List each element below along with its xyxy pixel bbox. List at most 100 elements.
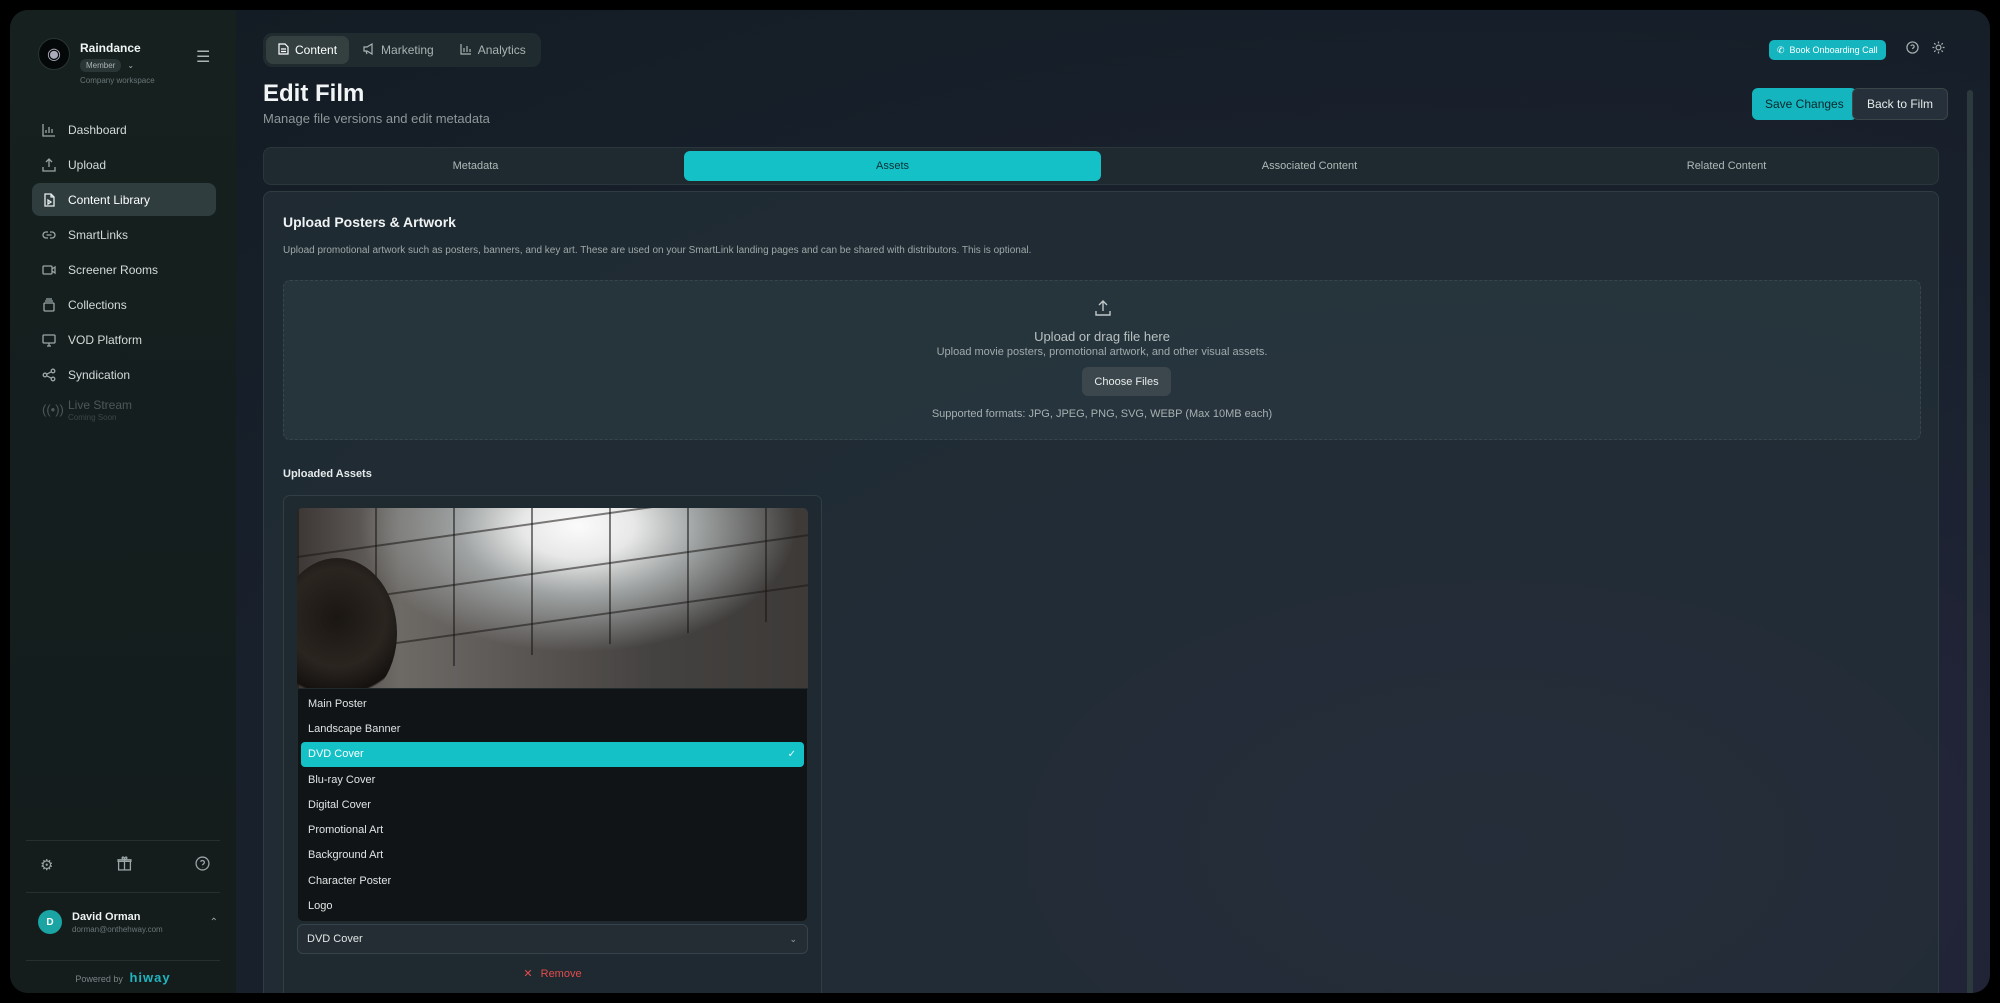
sidebar-item-screener-rooms[interactable]: Screener Rooms (32, 253, 216, 286)
monitor-icon (42, 333, 56, 347)
file-dropzone[interactable]: Upload or drag file here Upload movie po… (283, 280, 1921, 440)
chevron-up-icon[interactable]: ⌃ (210, 917, 218, 928)
sidebar-item-label: Collections (68, 297, 127, 312)
menu-icon[interactable]: ☰ (196, 47, 210, 67)
powered-label: Powered by (75, 974, 123, 984)
remove-label: Remove (540, 967, 582, 980)
user-name: David Orman (72, 910, 141, 923)
app-window: ◉ Raindance Member ⌄ Company workspace ☰ … (10, 10, 1990, 993)
option-digital-cover[interactable]: Digital Cover (301, 792, 804, 817)
help-icon[interactable] (195, 856, 210, 875)
sidebar-item-content-library[interactable]: Content Library (32, 183, 216, 216)
asset-thumbnail (297, 508, 808, 688)
option-character-poster[interactable]: Character Poster (301, 868, 804, 893)
upload-icon (42, 157, 56, 172)
link-icon (42, 228, 56, 242)
check-icon: ✓ (787, 748, 796, 760)
sidebar-item-label: Content Library (68, 192, 151, 207)
sidebar-item-label: Dashboard (68, 122, 127, 137)
book-label: Book Onboarding Call (1789, 45, 1878, 55)
tab-label: Content (295, 43, 338, 57)
user-menu[interactable]: D David Orman dorman@onthehway.com ⌃ (38, 910, 218, 934)
sidebar-item-dashboard[interactable]: Dashboard (32, 113, 216, 146)
help-icon[interactable] (1906, 41, 1919, 57)
tab-metadata[interactable]: Metadata (267, 151, 684, 181)
uploaded-assets-title: Uploaded Assets (283, 468, 372, 480)
sidebar-item-upload[interactable]: Upload (32, 148, 216, 181)
page-subtitle: Manage file versions and edit metadata (263, 111, 490, 126)
chevron-down-icon: ⌄ (789, 933, 797, 944)
edit-film-tabs: Metadata Assets Associated Content Relat… (263, 147, 1939, 185)
scrollbar[interactable] (1967, 90, 1973, 993)
sidebar-item-collections[interactable]: Collections (32, 288, 216, 321)
powered-brand[interactable]: hiway (129, 970, 170, 985)
tab-related-content[interactable]: Related Content (1518, 151, 1935, 181)
powered-by: Powered by hiway (10, 970, 236, 985)
option-bluray-cover[interactable]: Blu-ray Cover (301, 767, 804, 792)
sidebar: ◉ Raindance Member ⌄ Company workspace ☰ … (10, 10, 236, 993)
option-main-poster[interactable]: Main Poster (301, 691, 804, 716)
broadcast-icon: ((•)) (42, 401, 64, 417)
remove-button[interactable]: ✕ Remove (284, 967, 821, 981)
sidebar-utility-icons: ⚙ (40, 856, 210, 875)
tab-assets[interactable]: Assets (684, 151, 1101, 181)
avatar: D (38, 910, 62, 934)
choose-files-button[interactable]: Choose Files (1082, 367, 1171, 396)
back-to-film-button[interactable]: Back to Film (1852, 88, 1949, 120)
sidebar-item-label: Upload (68, 157, 107, 172)
option-label: DVD Cover (308, 748, 364, 761)
tab-content[interactable]: Content (266, 36, 350, 64)
sidebar-item-vod-platform[interactable]: VOD Platform (32, 323, 216, 356)
bar-chart-icon (460, 43, 472, 58)
role-badge: Member (80, 59, 122, 72)
sidebar-nav: Dashboard Upload Content Library SmartLi… (32, 113, 216, 428)
gift-icon[interactable] (117, 856, 132, 875)
dropzone-title: Upload or drag file here (1034, 329, 1170, 344)
option-promotional-art[interactable]: Promotional Art (301, 817, 804, 842)
asset-card: Main Poster Landscape Banner DVD Cover ✓… (283, 495, 822, 993)
tab-associated-content[interactable]: Associated Content (1101, 151, 1518, 181)
option-logo[interactable]: Logo (301, 893, 804, 918)
brand-logo: ◉ (38, 38, 70, 70)
asset-type-dropdown: Main Poster Landscape Banner DVD Cover ✓… (297, 688, 808, 922)
section-title: Upload Posters & Artwork (283, 214, 456, 230)
sidebar-item-live-stream: ((•)) Live Stream Coming Soon (32, 393, 216, 426)
option-dvd-cover[interactable]: DVD Cover ✓ (301, 741, 804, 767)
sidebar-item-label: Live Stream (68, 397, 133, 412)
tab-marketing[interactable]: Marketing (351, 36, 446, 64)
option-landscape-banner[interactable]: Landscape Banner (301, 716, 804, 741)
close-icon: ✕ (523, 968, 533, 980)
file-icon (42, 192, 56, 207)
divider (26, 840, 220, 841)
megaphone-icon (363, 42, 375, 58)
option-background-art[interactable]: Background Art (301, 843, 804, 868)
sidebar-item-label: Syndication (68, 367, 131, 382)
chevron-down-icon[interactable]: ⌄ (127, 61, 134, 70)
workspace-switcher[interactable]: ◉ Raindance Member ⌄ Company workspace (38, 38, 155, 85)
sidebar-item-label: SmartLinks (68, 227, 129, 242)
chart-icon (42, 123, 56, 137)
divider (26, 960, 220, 961)
page-title: Edit Film (263, 80, 365, 107)
tab-analytics[interactable]: Analytics (448, 36, 538, 64)
coming-soon-label: Coming Soon (68, 412, 117, 422)
divider (26, 892, 220, 893)
sidebar-item-syndication[interactable]: Syndication (32, 358, 216, 391)
book-onboarding-button[interactable]: ✆ Book Onboarding Call (1769, 40, 1886, 60)
phone-icon: ✆ (1777, 44, 1785, 55)
top-tabs: Content Marketing Analytics (263, 33, 541, 67)
sun-icon[interactable] (1932, 41, 1945, 57)
gear-icon[interactable]: ⚙ (40, 856, 53, 875)
upload-icon (1094, 299, 1112, 322)
assets-panel: Upload Posters & Artwork Upload promotio… (263, 191, 1939, 993)
sidebar-item-smartlinks[interactable]: SmartLinks (32, 218, 216, 251)
sidebar-item-label: VOD Platform (68, 332, 143, 347)
selected-value: DVD Cover (307, 933, 363, 945)
user-email: dorman@onthehway.com (72, 924, 163, 934)
workspace-label: Company workspace (80, 76, 155, 85)
section-description: Upload promotional artwork such as poste… (283, 245, 1032, 256)
save-changes-button[interactable]: Save Changes (1752, 88, 1857, 120)
sidebar-item-label: Screener Rooms (68, 262, 159, 277)
share-icon (42, 368, 56, 382)
asset-type-select[interactable]: DVD Cover ⌄ (297, 924, 808, 954)
